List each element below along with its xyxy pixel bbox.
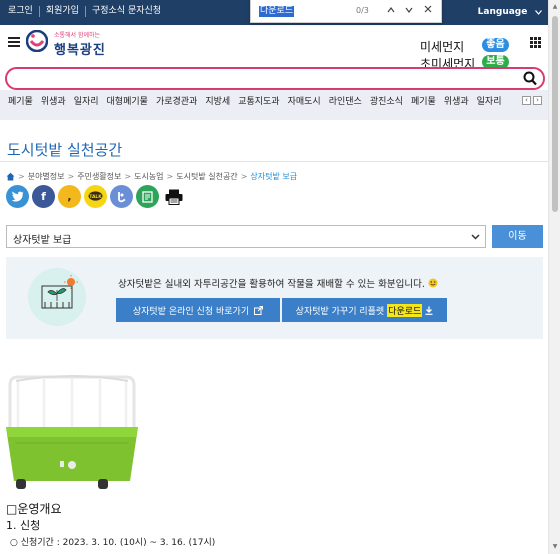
keyword-item[interactable]: 폐기물: [411, 94, 436, 107]
facebook-icon[interactable]: f: [32, 185, 55, 208]
scroll-up-icon[interactable]: ▲: [551, 3, 559, 11]
share-icons: f , TALK: [6, 185, 185, 208]
find-close-button[interactable]: [420, 3, 436, 19]
submenu-select-value: 상자텃밭 보급: [13, 235, 72, 246]
search-icon[interactable]: [523, 71, 537, 86]
logo-name: 행복광진: [54, 43, 106, 58]
online-apply-label: 상자텃밭 온라인 신청 바로가기: [132, 306, 250, 317]
sms-news-link[interactable]: 구정소식 문자신청: [86, 6, 167, 17]
breadcrumb-current: 상자텃밭 보급: [250, 172, 298, 181]
keyword-item[interactable]: 일자리: [477, 94, 502, 107]
find-prev-button[interactable]: [383, 3, 399, 19]
find-query[interactable]: 다운로드: [259, 6, 295, 17]
fine-dust-label: 미세먼지: [420, 40, 465, 54]
chevron-down-icon: [535, 9, 543, 15]
scroll-thumb[interactable]: [552, 16, 558, 212]
leaflet-download-button[interactable]: 상자텃밭 가꾸기 리플렛 다운로드: [282, 298, 447, 322]
keyword-next-icon[interactable]: ›: [533, 96, 542, 105]
section-title: □운영개요: [6, 502, 62, 516]
chevron-down-icon: [405, 7, 413, 13]
find-bar: 다운로드 0/3: [250, 0, 442, 23]
breadcrumb-item[interactable]: 도시농업: [134, 171, 163, 182]
breadcrumb-item[interactable]: 분야별정보: [28, 171, 65, 182]
breadcrumb: > 분야별정보 > 주민생활정보 > 도시농업 > 도시텃밭 실천공간 > 상자…: [6, 171, 297, 182]
online-apply-button[interactable]: 상자텃밭 온라인 신청 바로가기: [116, 298, 280, 322]
page-title: 도시텃밭 실천공간: [7, 141, 123, 159]
home-icon[interactable]: [6, 172, 15, 181]
box-garden-image: [6, 375, 138, 489]
keyword-item[interactable]: 폐기물: [8, 94, 33, 107]
keyword-arrows: ‹ ›: [522, 96, 542, 105]
download-icon: [425, 306, 433, 315]
subsection-title: 1. 신청: [6, 519, 41, 532]
kakaostory-icon[interactable]: ,: [58, 185, 81, 208]
top-links: 로그인 회원가입 구정소식 문자신청: [8, 6, 167, 17]
seedling-icon: [41, 275, 78, 309]
info-description: 상자텃밭은 실내외 자투리공간을 활용하여 작물을 재배할 수 있는 화분입니다…: [118, 276, 438, 290]
smile-emoji-icon: [428, 278, 438, 288]
find-next-button[interactable]: [401, 3, 417, 19]
submenu-select[interactable]: 상자텃밭 보급: [6, 225, 486, 248]
breadcrumb-item[interactable]: 주민생활정보: [77, 171, 121, 182]
keyword-list: 폐기물 위생과 일자리 대형폐기물 가로경관과 지방세 교통지도과 자매도시 라…: [8, 94, 502, 107]
go-button[interactable]: 이동: [492, 225, 543, 248]
search-input[interactable]: [17, 71, 517, 86]
leaflet-label: 상자텃밭 가꾸기 리플렛: [295, 306, 385, 317]
leaflet-download-highlight: 다운로드: [387, 303, 423, 317]
title-divider: [0, 161, 548, 162]
twitter-icon[interactable]: [6, 185, 29, 208]
signup-link[interactable]: 회원가입: [40, 6, 86, 17]
keyword-item[interactable]: 가로경관과: [156, 94, 197, 107]
scroll-down-icon[interactable]: ▼: [551, 543, 559, 551]
fine-dust-badge: 좋음: [482, 38, 509, 52]
language-button[interactable]: Language: [472, 2, 548, 22]
print-icon[interactable]: [162, 185, 185, 208]
keyword-item[interactable]: 위생과: [41, 94, 66, 107]
close-icon: [424, 5, 432, 13]
info-box: 상자텃밭은 실내외 자투리공간을 활용하여 작물을 재배할 수 있는 화분입니다…: [6, 257, 543, 339]
keyword-item[interactable]: 위생과: [444, 94, 469, 107]
language-label: Language: [477, 7, 528, 17]
popular-keywords: 폐기물 위생과 일자리 대형폐기물 가로경관과 지방세 교통지도과 자매도시 라…: [0, 90, 548, 120]
external-link-icon: [254, 305, 264, 315]
vertical-scrollbar[interactable]: ▲ ▼: [548, 0, 560, 554]
site-logo[interactable]: 소통해서 함께하는 행복광진: [26, 28, 106, 58]
keyword-item[interactable]: 대형폐기물: [107, 94, 148, 107]
apply-period: ○ 신청기간 : 2023. 3. 10. (10시) ~ 3. 16. (17…: [10, 538, 216, 548]
info-description-text: 상자텃밭은 실내외 자투리공간을 활용하여 작물을 재배할 수 있는 화분입니다…: [118, 279, 425, 290]
search-box: [5, 67, 545, 90]
page: 로그인 회원가입 구정소식 문자신청 Language 다운로드 0/3 소통해…: [0, 0, 560, 554]
all-menu-grid-icon[interactable]: [530, 37, 541, 48]
chevron-up-icon: [387, 7, 395, 13]
breadcrumb-item[interactable]: 도시텃밭 실천공간: [176, 171, 237, 182]
keyword-item[interactable]: 광진소식: [370, 94, 403, 107]
naverblog-icon[interactable]: [136, 185, 159, 208]
keyword-item[interactable]: 라인댄스: [329, 94, 362, 107]
chevron-down-icon: [471, 234, 480, 240]
band-icon[interactable]: [110, 185, 133, 208]
keyword-prev-icon[interactable]: ‹: [522, 96, 531, 105]
menu-icon[interactable]: [8, 37, 20, 47]
svg-text:TALK: TALK: [89, 194, 102, 200]
keyword-item[interactable]: 교통지도과: [238, 94, 279, 107]
keyword-item[interactable]: 지방세: [205, 94, 230, 107]
smile-logo-icon: [26, 30, 48, 52]
info-illustration: [28, 268, 86, 326]
find-count: 0/3: [356, 6, 369, 15]
kakaotalk-icon[interactable]: TALK: [84, 185, 107, 208]
login-link[interactable]: 로그인: [8, 6, 40, 17]
logo-tagline: 소통해서 함께하는: [54, 32, 101, 39]
keyword-item[interactable]: 자매도시: [288, 94, 321, 107]
keyword-item[interactable]: 일자리: [74, 94, 99, 107]
